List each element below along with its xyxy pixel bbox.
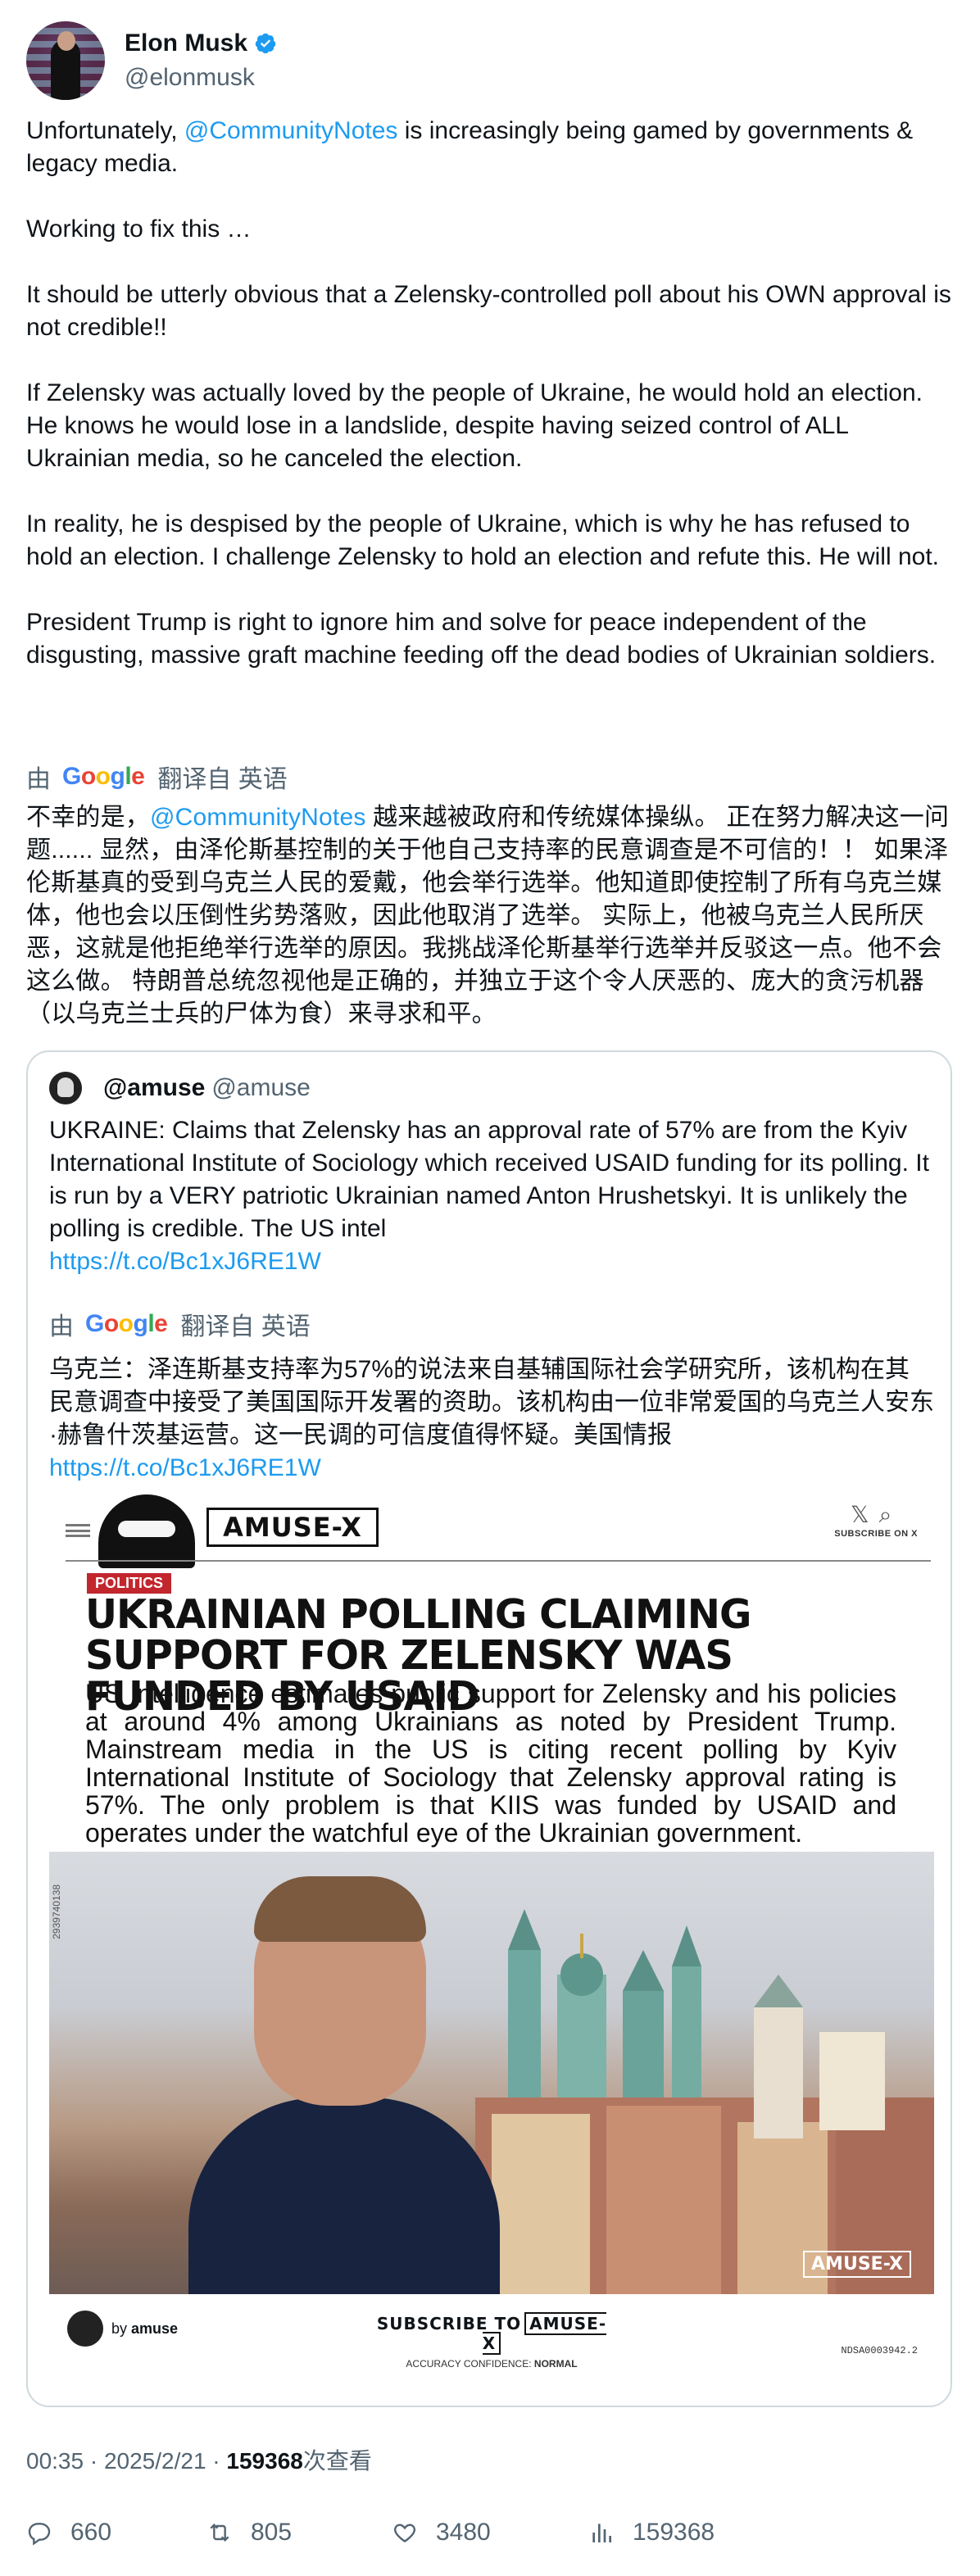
translated-by-google[interactable]: 由 Google 翻译自 英语 [26,760,288,793]
byline: by amuse [67,2311,178,2347]
repost-button[interactable]: 805 [206,2519,392,2547]
google-logo: Google [62,763,145,790]
stormtrooper-logo [98,1494,195,1568]
view-count: 159368 [226,2448,303,2474]
article-footer: by amuse SUBSCRIBE TO AMUSE-X ACCURACY CO… [49,2294,934,2384]
tweet-paragraph: Unfortunately, @CommunityNotes is increa… [26,117,914,177]
quoted-translated-text: 乌克兰：泽连斯基支持率为57%的说法来自基辅国际社会学研究所，该机构在其民意调查… [49,1356,934,1481]
repost-icon [210,2523,229,2542]
analytics-icon [592,2524,611,2542]
x-icon: 𝕏 [851,1502,879,1527]
tweet-author: Elon Musk @elonmusk [26,20,277,102]
ndsa-code: NDSA0003942.2 [841,2345,918,2356]
tweet-paragraph: It should be utterly obvious that a Zele… [26,281,951,341]
views-button[interactable]: 159368 [588,2519,765,2547]
quoted-handle: @amuse [211,1074,311,1101]
quoted-avatar [49,1072,82,1104]
heart-icon [394,2524,415,2543]
tweet-paragraph: If Zelensky was actually loved by the pe… [26,379,923,472]
quoted-name: @amuse [103,1074,206,1101]
tweet-timestamp[interactable]: 00:35 · 2025/2/21 · [26,2448,226,2474]
verified-badge-icon [255,33,276,54]
article-photo: 2939740138 AMUSE-X [49,1852,934,2294]
engagement-bar: 660 805 3480 159368 [26,2519,954,2547]
tweet-paragraph: In reality, he is despised by the people… [26,510,940,570]
article-deck: US Intelligence estimates public support… [85,1679,896,1848]
reply-icon [28,2523,51,2546]
author-handle[interactable]: @elonmusk [125,62,277,93]
like-button[interactable]: 3480 [392,2519,588,2547]
community-notes-mention[interactable]: @CommunityNotes [184,117,398,144]
subscribe-banner: SUBSCRIBE TO AMUSE-X ACCURACY CONFIDENCE:… [376,2312,607,2370]
article-header-icons: 𝕏⌕ SUBSCRIBE ON X [834,1501,918,1539]
quoted-translated-by-google[interactable]: 由 Google 翻译自 英语 [49,1308,311,1340]
menu-icon [66,1524,90,1537]
quoted-link[interactable]: https://t.co/Bc1xJ6RE1W [49,1248,321,1275]
article-image[interactable]: AMUSE-X 𝕏⌕ SUBSCRIBE ON X POLITICS UKRAI… [49,1494,934,2388]
photo-watermark: AMUSE-X [803,2251,911,2278]
community-notes-mention-zh[interactable]: @CommunityNotes [150,804,366,831]
byline-avatar [67,2311,103,2347]
tweet-paragraph: Working to fix this … [26,215,252,243]
author-avatar[interactable] [26,21,105,100]
quoted-link-zh[interactable]: https://t.co/Bc1xJ6RE1W [49,1454,321,1481]
quoted-text: UKRAINE: Claims that Zelensky has an app… [49,1117,929,1275]
tweet-text: Unfortunately, @CommunityNotes is increa… [26,115,954,672]
tweet-meta: 00:35 · 2025/2/21 · 159368次查看 [26,2448,372,2474]
tweet-paragraph: President Trump is right to ignore him a… [26,609,937,669]
translated-text: 不幸的是，@CommunityNotes 越来越被政府和传统媒体操纵。 正在努力… [26,804,950,1027]
reply-button[interactable]: 660 [26,2519,206,2547]
author-names: Elon Musk @elonmusk [125,28,277,93]
article-header: AMUSE-X 𝕏⌕ SUBSCRIBE ON X [49,1494,934,1576]
tweet-page: Elon Musk @elonmusk Unfortunately, @Comm… [0,0,980,2576]
author-name[interactable]: Elon Musk [125,28,247,59]
search-icon: ⌕ [878,1502,902,1527]
photo-code: 2939740138 [51,1884,62,1939]
quoted-author: @amuse @amuse [49,1072,311,1104]
amuse-x-logo: AMUSE-X [206,1508,379,1547]
quoted-tweet-card[interactable]: @amuse @amuse UKRAINE: Claims that Zelen… [26,1050,952,2407]
subscribe-on-x: SUBSCRIBE ON X [834,1529,918,1539]
google-logo: Google [85,1310,168,1337]
